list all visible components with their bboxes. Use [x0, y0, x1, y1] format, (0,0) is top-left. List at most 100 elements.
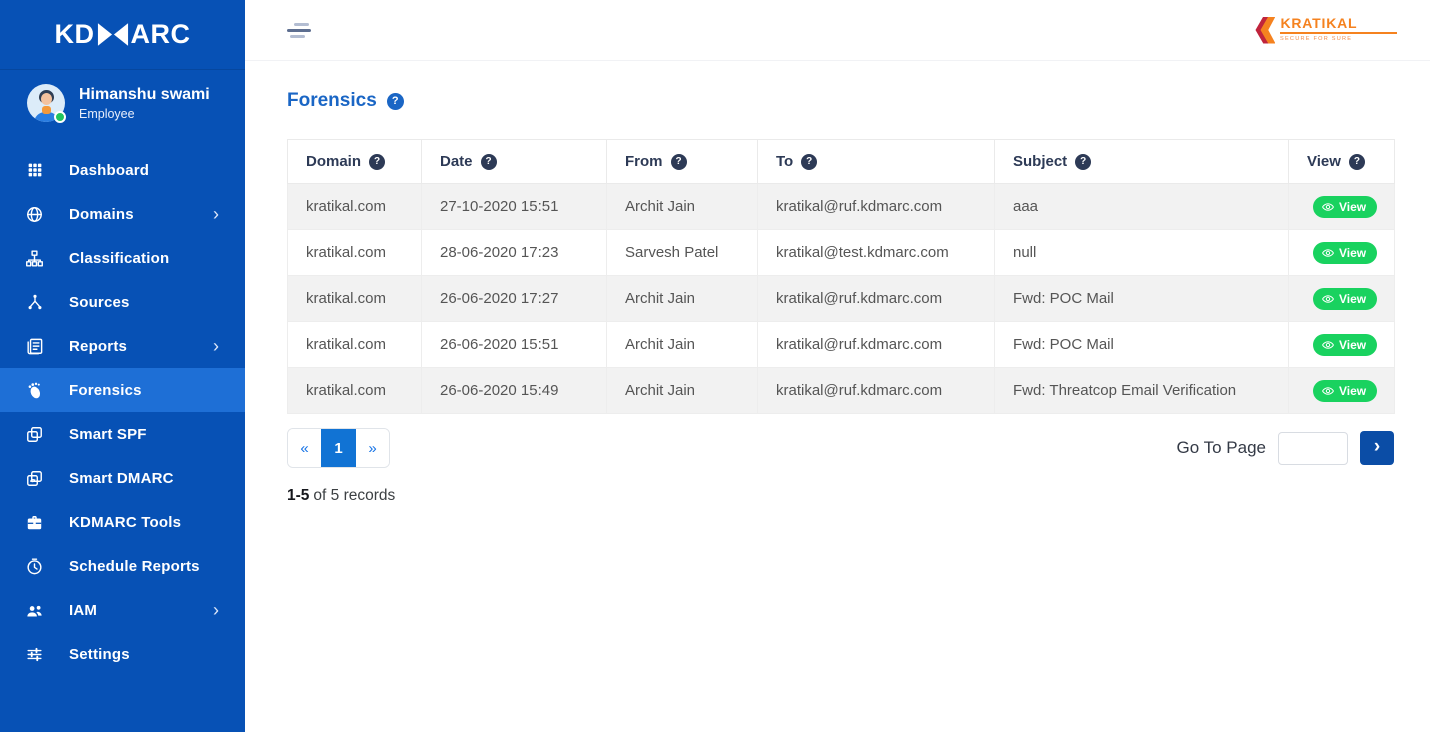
- sidebar-item-forensics[interactable]: Forensics: [0, 368, 245, 412]
- column-label: Date: [440, 153, 473, 170]
- go-to-page-input[interactable]: [1278, 432, 1348, 465]
- subject-cell: aaa: [995, 184, 1289, 230]
- column-header-view: View?: [1289, 140, 1395, 184]
- subject-cell: Fwd: POC Mail: [995, 276, 1289, 322]
- menu-toggle-icon[interactable]: [287, 19, 311, 42]
- records-summary: 1-5of 5 records: [287, 487, 1395, 505]
- date-cell: 26-06-2020 15:51: [422, 322, 607, 368]
- sidebar-nav: DashboardDomains›ClassificationSourcesRe…: [0, 148, 245, 676]
- date-cell: 28-06-2020 17:23: [422, 230, 607, 276]
- table-row: kratikal.com26-06-2020 17:27Archit Jaink…: [288, 276, 1395, 322]
- view-button[interactable]: View: [1313, 196, 1377, 218]
- view-button[interactable]: View: [1313, 334, 1377, 356]
- kratikal-brand-logo[interactable]: KRATIKAL SECURE FOR SURE: [1255, 15, 1397, 45]
- view-button[interactable]: View: [1313, 288, 1377, 310]
- view-button[interactable]: View: [1313, 242, 1377, 264]
- column-header-to: To?: [758, 140, 995, 184]
- table-row: kratikal.com27-10-2020 15:51Archit Jaink…: [288, 184, 1395, 230]
- kdmarc-logo: KD ARC: [55, 19, 191, 50]
- globe-icon: [25, 205, 44, 224]
- to-cell: kratikal@test.kdmarc.com: [758, 230, 995, 276]
- domain-cell: kratikal.com: [288, 230, 422, 276]
- pagination-page-1[interactable]: 1: [321, 429, 356, 467]
- copy-icon: [25, 425, 44, 444]
- bowtie-m-icon: [97, 22, 129, 47]
- view-button-label: View: [1339, 246, 1366, 260]
- records-range: 1-5: [287, 487, 309, 504]
- view-button-label: View: [1339, 384, 1366, 398]
- sidebar-item-label: Reports: [69, 338, 213, 355]
- table-header-row: Domain?Date?From?To?Subject?View?: [288, 140, 1395, 184]
- from-cell: Archit Jain: [607, 276, 758, 322]
- branch-icon: [25, 293, 44, 312]
- column-label: View: [1307, 153, 1341, 170]
- help-icon[interactable]: ?: [671, 154, 687, 170]
- users-icon: [25, 601, 44, 620]
- help-icon[interactable]: ?: [481, 154, 497, 170]
- subject-cell: Fwd: POC Mail: [995, 322, 1289, 368]
- toolbox-icon: [25, 513, 44, 532]
- subject-cell: null: [995, 230, 1289, 276]
- sidebar-item-dashboard[interactable]: Dashboard: [0, 148, 245, 192]
- sidebar-item-kdmarc-tools[interactable]: KDMARC Tools: [0, 500, 245, 544]
- user-profile[interactable]: Himanshu swami Employee: [0, 70, 245, 136]
- user-role: Employee: [79, 107, 210, 121]
- go-to-page-button[interactable]: ›: [1360, 431, 1394, 465]
- to-cell: kratikal@ruf.kdmarc.com: [758, 276, 995, 322]
- sidebar-item-smart-spf[interactable]: Smart SPF: [0, 412, 245, 456]
- table-row: kratikal.com28-06-2020 17:23Sarvesh Pate…: [288, 230, 1395, 276]
- brand-tagline: SECURE FOR SURE: [1280, 35, 1352, 41]
- content: Forensics ? Domain?Date?From?To?Subject?…: [245, 61, 1430, 505]
- help-icon[interactable]: ?: [1075, 154, 1091, 170]
- sidebar-item-label: Classification: [69, 250, 219, 267]
- sidebar-item-label: Schedule Reports: [69, 558, 219, 575]
- main-area: KRATIKAL SECURE FOR SURE Forensics ? Dom…: [245, 0, 1430, 732]
- date-cell: 27-10-2020 15:51: [422, 184, 607, 230]
- reports-icon: [25, 337, 44, 356]
- sidebar-item-sources[interactable]: Sources: [0, 280, 245, 324]
- sidebar-item-smart-dmarc[interactable]: Smart DMARC: [0, 456, 245, 500]
- sidebar-item-label: Smart SPF: [69, 426, 219, 443]
- sidebar-item-schedule-reports[interactable]: Schedule Reports: [0, 544, 245, 588]
- column-label: Subject: [1013, 153, 1067, 170]
- pagination: « 1 »: [287, 428, 390, 468]
- view-button[interactable]: View: [1313, 380, 1377, 402]
- to-cell: kratikal@ruf.kdmarc.com: [758, 322, 995, 368]
- eye-icon: [1322, 247, 1334, 259]
- forensics-table: Domain?Date?From?To?Subject?View? kratik…: [287, 139, 1395, 414]
- domain-cell: kratikal.com: [288, 184, 422, 230]
- view-cell: View: [1289, 322, 1395, 368]
- to-cell: kratikal@ruf.kdmarc.com: [758, 368, 995, 414]
- kratikal-chevron-icon: [1255, 17, 1275, 44]
- sidebar-item-domains[interactable]: Domains›: [0, 192, 245, 236]
- app-root: KD ARC Himanshu swami Empl: [0, 0, 1430, 732]
- eye-icon: [1322, 339, 1334, 351]
- records-text: of 5 records: [313, 487, 395, 504]
- view-cell: View: [1289, 230, 1395, 276]
- brand-name: KRATIKAL: [1280, 15, 1397, 34]
- logo-text-right: ARC: [131, 19, 191, 50]
- sidebar-item-reports[interactable]: Reports›: [0, 324, 245, 368]
- view-button-label: View: [1339, 200, 1366, 214]
- sidebar-item-iam[interactable]: IAM›: [0, 588, 245, 632]
- from-cell: Archit Jain: [607, 184, 758, 230]
- view-cell: View: [1289, 368, 1395, 414]
- sidebar-item-label: Smart DMARC: [69, 470, 219, 487]
- sidebar-item-classification[interactable]: Classification: [0, 236, 245, 280]
- help-icon[interactable]: ?: [387, 93, 404, 110]
- go-to-page-label: Go To Page: [1177, 438, 1266, 458]
- to-cell: kratikal@ruf.kdmarc.com: [758, 184, 995, 230]
- date-cell: 26-06-2020 17:27: [422, 276, 607, 322]
- logo-text-left: KD: [55, 19, 95, 50]
- sidebar-item-settings[interactable]: Settings: [0, 632, 245, 676]
- column-header-from: From?: [607, 140, 758, 184]
- help-icon[interactable]: ?: [801, 154, 817, 170]
- sidebar-item-label: Settings: [69, 646, 219, 663]
- pagination-prev-button[interactable]: «: [288, 429, 321, 467]
- help-icon[interactable]: ?: [369, 154, 385, 170]
- column-header-subject: Subject?: [995, 140, 1289, 184]
- pagination-next-button[interactable]: »: [356, 429, 389, 467]
- sidebar-item-label: IAM: [69, 602, 213, 619]
- help-icon[interactable]: ?: [1349, 154, 1365, 170]
- page-title: Forensics: [287, 90, 377, 112]
